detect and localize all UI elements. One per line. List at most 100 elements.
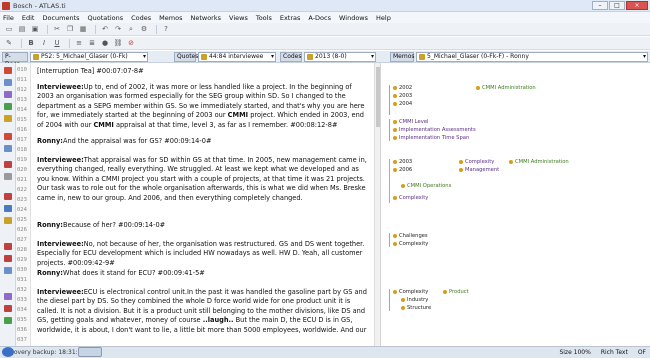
pen-icon[interactable]: ✎ — [4, 39, 14, 48]
memos-button[interactable]: Memos — [390, 52, 415, 62]
quote-tool-icon[interactable] — [4, 79, 12, 86]
code-tag[interactable]: Implementation Time Span — [393, 135, 469, 141]
copy-icon[interactable]: ❐ — [65, 25, 75, 34]
code-tag[interactable]: Complexity — [459, 159, 494, 165]
app-icon — [2, 1, 10, 10]
start-button-icon[interactable] — [2, 347, 14, 357]
menu-extras[interactable]: Extras — [280, 14, 301, 22]
code-tag[interactable]: Implementation Assessments — [393, 127, 476, 133]
menu-memos[interactable]: Memos — [159, 14, 182, 22]
menu-codes[interactable]: Codes — [131, 14, 151, 22]
code-tag[interactable]: Complexity — [393, 241, 428, 247]
flag-tool-icon[interactable] — [4, 193, 12, 200]
menu-windows[interactable]: Windows — [339, 14, 368, 22]
quote-dropdown[interactable]: 44:84 interviewee — [198, 52, 276, 62]
save-icon[interactable]: ▣ — [30, 25, 40, 34]
memo-dropdown[interactable]: 5_Michael_Glaser (0-Fk-F) - Ronny — [416, 52, 648, 62]
memo-tool-icon[interactable] — [4, 91, 12, 98]
list-tool-icon[interactable] — [4, 133, 12, 140]
open-icon[interactable]: ▤ — [17, 25, 27, 34]
code-tag[interactable]: CMMI Level — [393, 119, 428, 125]
align-left-icon[interactable]: ≡ — [74, 39, 84, 48]
menu-a-docs[interactable]: A-Docs — [308, 14, 331, 22]
line-number: 013 — [17, 97, 27, 103]
line-number: 012 — [17, 87, 27, 93]
color-icon[interactable]: ● — [100, 39, 110, 48]
code-tag[interactable]: Industry — [401, 297, 428, 303]
menu-tools[interactable]: Tools — [256, 14, 272, 22]
code-dropdown[interactable]: 2013 (8-0) — [304, 52, 376, 62]
cut-icon[interactable]: ✂ — [52, 25, 62, 34]
line-number: 031 — [17, 277, 27, 283]
code-tag[interactable]: 2002 — [393, 85, 412, 91]
text-mode: Rich Text — [600, 349, 628, 356]
code-tag[interactable]: Complexity — [393, 195, 428, 201]
uncode-tool-icon[interactable] — [4, 145, 12, 152]
code-tag[interactable]: 2003 — [393, 159, 412, 165]
line-number: 032 — [17, 287, 27, 293]
taskbar-app-button[interactable] — [78, 347, 102, 357]
menu-views[interactable]: Views — [229, 14, 248, 22]
menu-networks[interactable]: Networks — [190, 14, 221, 22]
paragraph-bold: CMMI — [227, 111, 249, 120]
help-icon[interactable]: ? — [161, 25, 171, 34]
link-tool-icon[interactable] — [4, 103, 12, 110]
export-tool-icon[interactable] — [4, 267, 12, 274]
stop-icon[interactable]: ⊘ — [126, 39, 136, 48]
zoom-tool-icon[interactable] — [4, 173, 12, 180]
code-tag[interactable]: 2003 — [393, 93, 412, 99]
code-tag[interactable]: CMMI Administration — [509, 159, 569, 165]
codes-button[interactable]: Codes — [280, 52, 302, 62]
settings-tool-icon[interactable] — [4, 317, 12, 324]
menu-file[interactable]: File — [3, 14, 14, 22]
minimize-button[interactable]: – — [592, 1, 608, 10]
maximize-button[interactable]: □ — [609, 1, 625, 10]
code-tag[interactable]: 2004 — [393, 101, 412, 107]
code-bracket — [389, 289, 390, 311]
menu-help[interactable]: Help — [376, 14, 391, 22]
bold-icon[interactable]: B — [26, 39, 36, 48]
redo-icon[interactable]: ↷ — [113, 25, 123, 34]
document-text-area[interactable]: [Interruption Tea] #00:07:07-8# Intervie… — [31, 63, 374, 346]
zoom-level: Size 100% — [559, 349, 591, 356]
code-tag[interactable]: CMMI Operations — [401, 183, 451, 189]
quotes-button[interactable]: Quotes — [174, 52, 198, 62]
italic-icon[interactable]: I — [39, 39, 49, 48]
family-tool-icon[interactable] — [4, 217, 12, 224]
code-tag[interactable]: Challenges — [393, 233, 428, 239]
link-icon[interactable]: ⛓ — [113, 39, 123, 48]
underline-icon[interactable]: U — [52, 39, 62, 48]
code-tag[interactable]: CMMI Administration — [476, 85, 536, 91]
code-bracket — [389, 233, 390, 247]
filter-tool-icon[interactable] — [4, 205, 12, 212]
menu-documents[interactable]: Documents — [42, 14, 79, 22]
code-tag[interactable]: 2006 — [393, 167, 412, 173]
network-tool-icon[interactable] — [4, 293, 12, 300]
new-icon[interactable]: ▭ — [4, 25, 14, 34]
code-tag[interactable]: Complexity — [393, 289, 428, 295]
code-tag[interactable]: Management — [459, 167, 499, 173]
p-docs-button[interactable]: P-Docs — [2, 52, 28, 68]
paragraph-text: What does it stand for ECU? #00:09:41-5# — [62, 269, 205, 277]
close-button[interactable]: × — [626, 1, 648, 10]
line-number: 037 — [17, 337, 27, 343]
menu-edit[interactable]: Edit — [22, 14, 35, 22]
toolbar-separator — [47, 24, 48, 34]
paste-icon[interactable]: ▦ — [78, 25, 88, 34]
line-number: 017 — [17, 137, 27, 143]
search-icon[interactable]: ⌕ — [126, 25, 136, 34]
delete-tool-icon[interactable] — [4, 161, 12, 168]
recovery-status: Recovery backup: 18:31:21 — [3, 349, 86, 356]
undo-icon[interactable]: ↶ — [100, 25, 110, 34]
marker-tool-icon[interactable] — [4, 243, 12, 250]
code-tag[interactable]: Product — [443, 289, 469, 295]
align-center-icon[interactable]: ≣ — [87, 39, 97, 48]
highlight-tool-icon[interactable] — [4, 255, 12, 262]
code-tool-icon[interactable] — [4, 67, 12, 74]
menu-quotations[interactable]: Quotations — [88, 14, 124, 22]
print-tool-icon[interactable] — [4, 305, 12, 312]
document-dropdown[interactable]: P52: 5_Michael_Glaser (0-Fk) — [30, 52, 148, 62]
network-icon[interactable]: ⚙ — [139, 25, 149, 34]
vivo-tool-icon[interactable] — [4, 115, 12, 122]
code-tag[interactable]: Structure — [401, 305, 431, 311]
